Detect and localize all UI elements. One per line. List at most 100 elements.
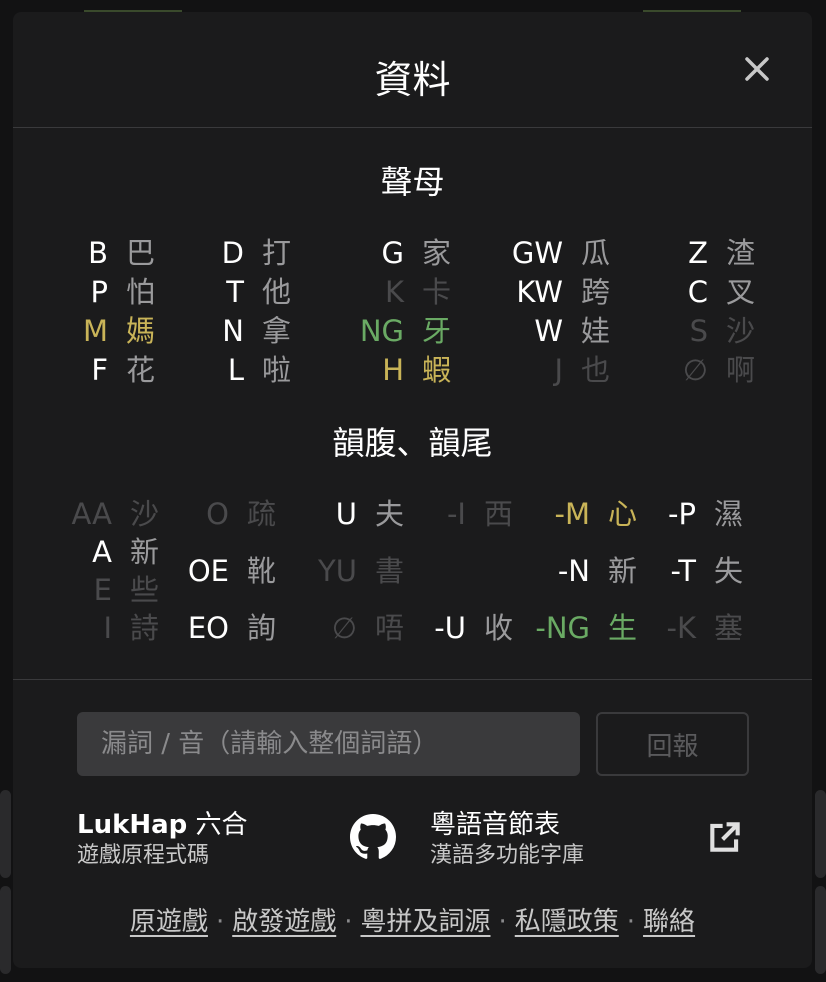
final-cell-character: 塞 bbox=[714, 611, 744, 645]
initial-cell-character: 牙 bbox=[422, 314, 452, 348]
footer-link-jyutping[interactable]: 粵拼及詞源 bbox=[360, 907, 490, 937]
initial-cell-character: 渣 bbox=[726, 236, 756, 270]
final-cell: -P 濕 bbox=[605, 495, 805, 534]
final-cell-code: -I bbox=[446, 497, 466, 531]
initial-cell-character: 媽 bbox=[126, 314, 156, 348]
report-input[interactable] bbox=[77, 712, 580, 776]
initial-cell-code: J bbox=[554, 353, 563, 387]
final-cell-code: -K bbox=[666, 611, 696, 645]
lukhap-subtitle: 遊戲原程式碼 bbox=[77, 843, 210, 868]
footer-separator: · bbox=[626, 907, 636, 937]
final-cell-character: 書 bbox=[375, 554, 405, 588]
initial-cell-character: 也 bbox=[581, 353, 611, 387]
final-cell-code: -P bbox=[668, 497, 696, 531]
external-link-icon[interactable] bbox=[706, 818, 744, 856]
initial-cell-character: 怕 bbox=[126, 275, 156, 309]
initial-cell-code: H bbox=[382, 353, 404, 387]
footer-separator: · bbox=[215, 907, 225, 937]
modal-title: 資料 bbox=[374, 58, 451, 102]
final-cell-code: A bbox=[92, 535, 112, 569]
initial-cell-character: 跨 bbox=[581, 275, 611, 309]
initial-cell-character: 他 bbox=[262, 275, 292, 309]
initial-cell-code: K bbox=[384, 275, 404, 309]
footer-link-inspiration[interactable]: 啟發遊戲 bbox=[232, 907, 336, 937]
lukhap-title-rest: 六合 bbox=[187, 810, 248, 840]
lukhap-source-link[interactable]: LukHap 六合 遊戲原程式碼 bbox=[77, 809, 248, 871]
initial-cell-character: 打 bbox=[262, 236, 292, 270]
final-cell-code: -NG bbox=[535, 611, 590, 645]
github-icon[interactable] bbox=[350, 814, 396, 860]
final-cell: YU 書 bbox=[266, 552, 466, 591]
divider bbox=[13, 127, 812, 128]
jyutping-title: 粵語音節表 bbox=[430, 810, 561, 840]
final-cell-code: -M bbox=[554, 497, 591, 531]
lukhap-title-bold: LukHap bbox=[77, 810, 188, 840]
keyboard-key bbox=[0, 790, 11, 878]
final-cell-code: -U bbox=[434, 611, 466, 645]
initial-cell-code: W bbox=[534, 314, 563, 348]
initial-cell-character: 家 bbox=[422, 236, 452, 270]
final-cell-code: I bbox=[103, 611, 112, 645]
initial-cell-code: B bbox=[88, 236, 108, 270]
jyutping-table-link[interactable]: 粵語音節表 漢語多功能字庫 bbox=[430, 809, 584, 871]
footer-link-original-game[interactable]: 原遊戲 bbox=[130, 907, 208, 937]
initial-cell-code: P bbox=[90, 275, 109, 309]
initial-cell-character: 巴 bbox=[126, 236, 156, 270]
initial-cell-code: L bbox=[227, 353, 244, 387]
initial-cell: Z渣 bbox=[617, 234, 817, 273]
final-cell-code: O bbox=[206, 497, 229, 531]
initial-cell-code: N bbox=[222, 314, 244, 348]
initial-cell-code: Z bbox=[688, 236, 708, 270]
close-button[interactable] bbox=[738, 50, 776, 88]
final-cell-code: -T bbox=[670, 554, 696, 588]
jyutping-subtitle: 漢語多功能字庫 bbox=[430, 843, 585, 868]
info-modal: 資料 聲母 B 巴 P 怕 M 媽 F 花 D 打 T 他 N 拿 L 啦 G 家 K 卡 NG 牙 H 蝦 GW 瓜 KW 跨 W 娃 J… bbox=[13, 12, 812, 968]
initial-cell-character: 啊 bbox=[726, 353, 756, 387]
final-cell-code: E bbox=[93, 573, 112, 607]
initial-cell-code: ∅ bbox=[682, 353, 708, 387]
initial-cell-code: M bbox=[82, 314, 108, 348]
initial-cell: C叉 bbox=[617, 273, 817, 312]
final-cell-code: ∅ bbox=[331, 611, 357, 645]
final-cell-code: EO bbox=[187, 611, 229, 645]
final-cell-character: 失 bbox=[714, 554, 744, 588]
initial-cell-code: S bbox=[689, 314, 708, 348]
footer-link-contact[interactable]: 聯絡 bbox=[643, 907, 695, 937]
initial-cell-code: G bbox=[381, 236, 404, 270]
report-button[interactable]: 回報 bbox=[596, 712, 749, 776]
final-cell-code: -N bbox=[557, 554, 590, 588]
footer-separator: · bbox=[344, 907, 353, 937]
keyboard-key bbox=[815, 790, 826, 878]
final-cell-code: U bbox=[335, 497, 357, 531]
footer-links: 原遊戲 · 啟發遊戲 · 粵拼及詞源 · 私隱政策 · 聯絡 bbox=[13, 902, 812, 942]
initial-cell-code: C bbox=[687, 275, 708, 309]
final-cell-code: AA bbox=[71, 497, 112, 531]
initial-cell-code: GW bbox=[511, 236, 563, 270]
initial-cell-character: 沙 bbox=[726, 314, 756, 348]
keyboard-key bbox=[0, 886, 11, 974]
close-icon bbox=[745, 57, 769, 81]
initial-cell-character: 叉 bbox=[726, 275, 756, 309]
final-cell: -K 塞 bbox=[605, 609, 805, 648]
divider bbox=[13, 679, 812, 680]
final-cell-code: YU bbox=[318, 554, 357, 588]
initial-cell-character: 娃 bbox=[581, 314, 611, 348]
lukhap-title: LukHap 六合 bbox=[77, 809, 248, 841]
initial-cell-character: 蝦 bbox=[422, 353, 452, 387]
initial-cell-code: F bbox=[91, 353, 108, 387]
initials-title: 聲母 bbox=[380, 163, 445, 201]
final-cell-code: OE bbox=[187, 554, 229, 588]
initial-cell: ∅ 啊 bbox=[617, 351, 817, 390]
footer-link-privacy[interactable]: 私隱政策 bbox=[515, 907, 619, 937]
initial-cell-character: 啦 bbox=[262, 353, 292, 387]
final-cell-character: 濕 bbox=[714, 497, 744, 531]
initial-cell-code: D bbox=[221, 236, 244, 270]
initial-cell-character: 瓜 bbox=[581, 236, 611, 270]
keyboard-key bbox=[815, 886, 826, 974]
initial-cell-character: 花 bbox=[126, 353, 156, 387]
initial-cell-character: 拿 bbox=[262, 314, 292, 348]
finals-title: 韻腹、韻尾 bbox=[332, 424, 493, 462]
initial-cell-code: NG bbox=[359, 314, 404, 348]
initial-cell-code: T bbox=[226, 275, 244, 309]
footer-separator: · bbox=[498, 907, 507, 937]
